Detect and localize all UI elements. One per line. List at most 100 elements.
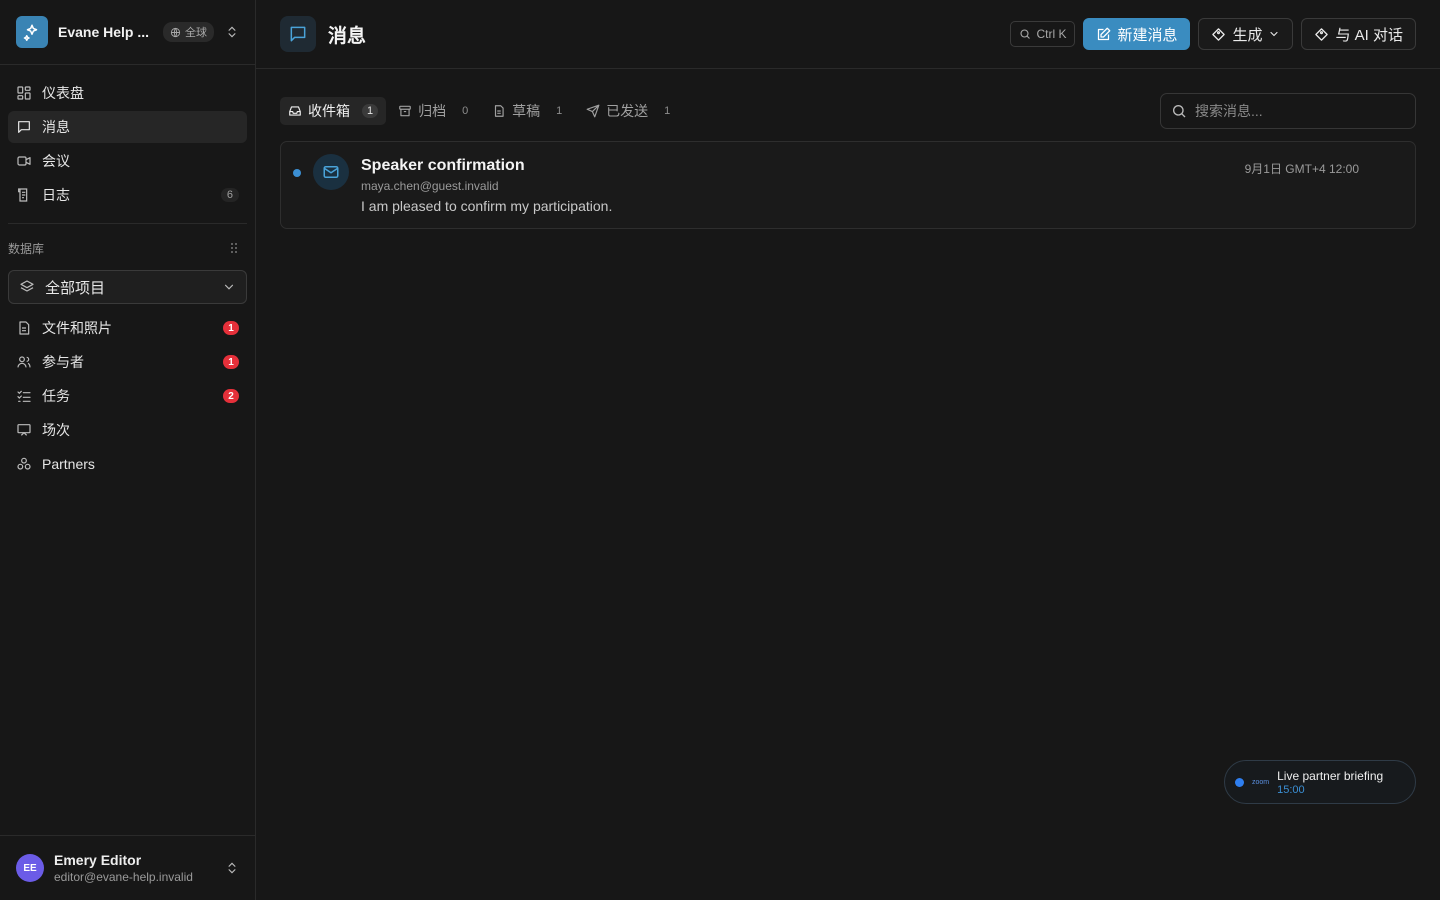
workspace-name: Evane Help ...: [58, 24, 150, 40]
sidebar-item-sessions[interactable]: 场次: [8, 414, 247, 446]
archive-icon: [399, 105, 411, 117]
nav-item-count: 6: [220, 188, 239, 202]
live-indicator: [1235, 777, 1244, 787]
project-select[interactable]: 全部项目: [8, 270, 247, 304]
workspace-logo-icon: [16, 16, 48, 48]
notification-badge: 1: [223, 355, 239, 369]
file-icon: [19, 321, 30, 335]
sidebar-item-label: 文件和照片: [42, 320, 112, 336]
sidebar-item-participants[interactable]: 参与者 1: [8, 346, 247, 378]
send-icon: [586, 104, 600, 118]
avatar: EE: [16, 854, 44, 882]
sidebar-item-label: Partners: [42, 456, 95, 472]
nav-item-logs[interactable]: 日志 6: [8, 179, 247, 211]
message-row[interactable]: Speaker confirmation maya.chen@guest.inv…: [280, 141, 1416, 229]
nav-item-label: 仪表盘: [42, 85, 84, 101]
unread-indicator: [293, 169, 301, 177]
tab-count: 1: [362, 104, 379, 118]
chevron-down-icon: [1270, 31, 1279, 37]
tab-count: 1: [556, 105, 563, 117]
toast-time: 15:00: [1277, 783, 1305, 796]
ai-icon: [1315, 27, 1329, 41]
notification-badge: 1: [223, 321, 239, 335]
drag-handle-icon[interactable]: [229, 242, 239, 254]
nav-item-messages[interactable]: 消息: [8, 111, 247, 143]
sidebar-item-label: 场次: [42, 422, 70, 438]
chevron-down-icon: [224, 284, 234, 290]
tab-count: 1: [664, 105, 671, 117]
user-info: Emery Editor editor@evane-help.invalid: [54, 852, 193, 884]
users-icon: [17, 356, 31, 368]
chevrons-updown-icon[interactable]: [225, 860, 239, 876]
notification-badge: 2: [223, 389, 239, 403]
sidebar-item-files[interactable]: 文件和照片 1: [8, 312, 247, 344]
ai-chat-button[interactable]: 与 AI 对话: [1301, 18, 1416, 50]
tasks-icon: [17, 390, 31, 402]
tab-archive[interactable]: 归档 0: [390, 97, 480, 125]
page-header: 消息 Ctrl K 新建消息 生成 与 AI 对话: [256, 0, 1440, 69]
video-icon: [17, 156, 31, 166]
button-label: 生成: [1232, 26, 1263, 44]
toast-content: Live partner briefing 15:00: [1277, 769, 1383, 796]
live-meeting-toast[interactable]: zoom Live partner briefing 15:00: [1224, 760, 1416, 804]
message-sender: maya.chen@guest.invalid: [361, 179, 499, 193]
sidebar-item-label: 参与者: [42, 354, 84, 370]
tab-label: 归档: [418, 103, 447, 119]
session-icon: [17, 424, 31, 436]
chevrons-updown-icon[interactable]: [225, 24, 239, 40]
button-label: 与 AI 对话: [1335, 26, 1403, 44]
workspace-region-badge: 全球: [163, 22, 215, 42]
database-list: 文件和照片 1 参与者 1 任务 2 场次 Partners: [0, 312, 255, 480]
draft-icon: [495, 105, 504, 117]
command-search-shortcut[interactable]: Ctrl K: [1010, 21, 1076, 47]
message-icon: [18, 121, 30, 133]
workspace-region-label: 全球: [185, 27, 208, 39]
dashboard-icon: [17, 86, 31, 100]
shortcut-label: Ctrl K: [1036, 27, 1067, 41]
sidebar-item-label: 任务: [42, 388, 70, 404]
tab-label: 已发送: [606, 103, 649, 119]
nav-item-meetings[interactable]: 会议: [8, 145, 247, 177]
edit-icon: [1098, 27, 1111, 40]
sidebar-item-tasks[interactable]: 任务 2: [8, 380, 247, 412]
tab-count: 0: [462, 105, 469, 117]
message-preview: I am pleased to confirm my participation…: [361, 198, 613, 214]
partners-icon: [17, 457, 31, 470]
tab-sent[interactable]: 已发送 1: [578, 97, 682, 125]
mailbox-tabs: 收件箱 1 归档 0 草稿 1 已发送 1: [256, 69, 1440, 129]
database-section-label: 数据库: [8, 241, 45, 256]
nav-item-label: 日志: [42, 187, 70, 203]
tab-label: 收件箱: [308, 103, 350, 119]
tab-drafts[interactable]: 草稿 1: [484, 97, 574, 125]
user-email: editor@evane-help.invalid: [54, 870, 193, 884]
sidebar-item-partners[interactable]: Partners: [8, 448, 247, 480]
nav-item-label: 消息: [42, 119, 70, 135]
sparkle-tag-icon: [1212, 27, 1226, 41]
log-icon: [18, 188, 28, 202]
tab-label: 草稿: [512, 103, 541, 119]
toast-title: Live partner briefing: [1277, 768, 1384, 783]
button-label: 新建消息: [1117, 26, 1178, 44]
zoom-logo: zoom: [1252, 778, 1270, 786]
new-message-button[interactable]: 新建消息: [1083, 18, 1191, 50]
main-nav: 仪表盘 消息 会议 日志 6: [0, 65, 255, 224]
user-name: Emery Editor: [54, 852, 142, 868]
generate-dropdown-button[interactable]: 生成: [1198, 18, 1294, 50]
tab-inbox[interactable]: 收件箱 1: [280, 97, 387, 125]
inbox-icon: [289, 106, 301, 116]
message-search[interactable]: [1160, 93, 1416, 129]
user-menu[interactable]: EE Emery Editor editor@evane-help.invali…: [0, 835, 255, 900]
page-title: 消息: [328, 25, 367, 47]
database-section-header: 数据库: [0, 224, 255, 260]
message-icon: [280, 16, 316, 52]
project-select-value: 全部项目: [45, 279, 106, 297]
layers-icon: [20, 280, 34, 292]
search-icon: [1020, 29, 1031, 39]
workspace-header[interactable]: Evane Help ... 全球: [0, 0, 255, 65]
search-input[interactable]: [1195, 103, 1395, 119]
nav-item-dashboard[interactable]: 仪表盘: [8, 77, 247, 109]
mail-icon: [313, 154, 349, 190]
globe-icon: [170, 27, 181, 37]
message-subject: Speaker confirmation: [361, 157, 525, 174]
nav-item-label: 会议: [42, 153, 70, 169]
